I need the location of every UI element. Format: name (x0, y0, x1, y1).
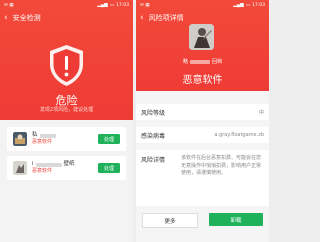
risk-level-value: 中 (258, 109, 264, 116)
risk-level-row: 风险等级 中 (136, 104, 269, 120)
page-title: 安全检测 (12, 14, 41, 22)
action-bar: 更多 卸载 (136, 213, 269, 228)
app-icon (189, 24, 214, 50)
signal-icon: ▂▄▆ (233, 3, 244, 8)
page-title: 风险项详情 (148, 14, 184, 22)
virus-row: 感染病毒 a.gray.floatgame.zb (136, 127, 269, 143)
title-bar: ‹ 风险项详情 (136, 11, 269, 25)
app-icon (13, 132, 27, 146)
danger-subtitle: 发现2项风险，建议处理 (39, 107, 94, 113)
redacted-text (190, 59, 210, 64)
virus-label: 感染病毒 (141, 132, 166, 140)
battery-icon: ▭ (245, 3, 251, 8)
status-icons-right: ▂▄▆ ▭ 17:03 (233, 3, 265, 8)
risk-app-card[interactable]: 私 恶意软件 处理 (7, 127, 126, 151)
security-check-screen: ✉ ▦ ▂▄▆ ▭ 17:03 ‹ 安全检测 危险 发现2项风险，建议处理 私 (0, 0, 133, 242)
risk-app-card[interactable]: i 壁纸 恶意软件 处理 (7, 156, 126, 180)
app-name: i 壁纸 (32, 161, 75, 167)
status-icons-right: ▂▄▆ ▭ 17:03 (97, 3, 129, 8)
signal-icon: ▂▄▆ (97, 3, 108, 8)
redacted-text (35, 162, 62, 167)
malware-label: 恶意软件 (182, 75, 223, 86)
redacted-text (39, 133, 56, 138)
more-button[interactable]: 更多 (142, 213, 198, 228)
title-bar: ‹ 安全检测 (0, 11, 133, 25)
app-name: 略 回档 (182, 59, 223, 65)
status-bar: ✉ ▦ ▂▄▆ ▭ 17:03 (0, 0, 133, 11)
status-bar: ✉ ▦ ▂▄▆ ▭ 17:03 (136, 0, 269, 11)
battery-icon: ▭ (109, 3, 115, 8)
status-time: 17:03 (116, 3, 129, 8)
status-icons-left: ✉ ▦ (140, 3, 150, 8)
risk-level-label: 风险等级 (141, 109, 166, 117)
handle-button[interactable]: 处理 (98, 134, 120, 144)
risk-detail-text: 该软件在后台恶意扣费、可能会在您无意操作中悄悄扣费，影响用户正常使用，请谨慎使用… (181, 155, 262, 176)
malware-tag: 恶意软件 (32, 168, 53, 174)
status-icons-left: ✉ ▦ (4, 3, 14, 8)
back-arrow-icon[interactable]: ‹ (4, 13, 8, 23)
shield-warning-icon (50, 45, 83, 86)
risk-detail-row: 风险详情 该软件在后台恶意扣费、可能会在您无意操作中悄悄扣费，影响用户正常使用，… (136, 150, 269, 206)
risk-detail-screen: ✉ ▦ ▂▄▆ ▭ 17:03 ‹ 风险项详情 略 回档 恶意软件 风险等级 中… (136, 0, 269, 242)
app-name: 私 (32, 132, 98, 139)
app-icon (13, 161, 27, 175)
uninstall-button[interactable]: 卸载 (209, 213, 263, 226)
back-arrow-icon[interactable]: ‹ (140, 13, 144, 23)
malware-tag: 恶意软件 (32, 139, 53, 145)
status-time: 17:03 (252, 3, 265, 8)
virus-name: a.gray.floatgame.zb (214, 132, 264, 138)
handle-button[interactable]: 处理 (98, 163, 120, 173)
risk-detail-label: 风险详情 (141, 157, 166, 164)
